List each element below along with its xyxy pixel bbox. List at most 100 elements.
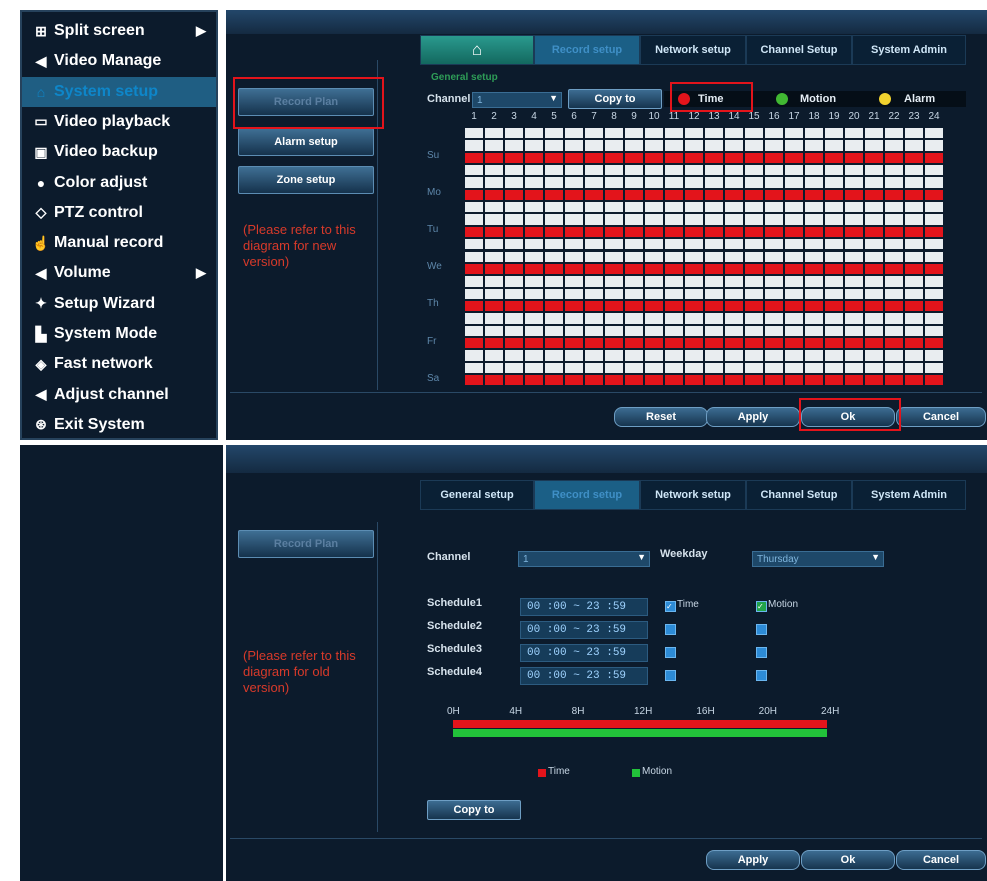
schedule-cell[interactable] [725,165,743,176]
schedule-cell[interactable] [825,350,843,361]
schedule-cell[interactable] [565,313,583,324]
menu-item-split-screen[interactable]: ⊞ Split screen ▶ [22,16,216,46]
schedule-cell[interactable] [565,263,583,275]
schedule-cell[interactable] [685,288,703,299]
schedule-time-field[interactable]: 00 :00 ~ 23 :59 [520,667,648,685]
schedule-cell[interactable] [625,288,643,299]
schedule-cell[interactable] [745,300,763,312]
schedule-cell[interactable] [765,165,783,176]
schedule-cell[interactable] [845,288,863,299]
schedule-cell[interactable] [925,350,943,361]
schedule-time-field[interactable]: 00 :00 ~ 23 :59 [520,598,648,616]
schedule-time-field[interactable]: 00 :00 ~ 23 :59 [520,644,648,662]
schedule-cell[interactable] [825,189,843,201]
menu-item-volume[interactable]: ◀ Volume ▶ [22,258,216,288]
schedule-cell[interactable] [665,177,683,188]
schedule-cell[interactable] [525,152,543,164]
schedule-cell[interactable] [825,362,843,373]
schedule-cell[interactable] [685,375,703,386]
schedule-grid[interactable] [464,127,944,387]
schedule-cell[interactable] [565,202,583,213]
schedule-cell[interactable] [725,128,743,139]
schedule-cell[interactable] [585,165,603,176]
schedule-cell[interactable] [465,350,483,361]
schedule-cell[interactable] [745,202,763,213]
schedule-cell[interactable] [885,202,903,213]
schedule-cell[interactable] [505,140,523,151]
schedule-cell[interactable] [645,263,663,275]
motion-checkbox[interactable] [756,624,767,635]
tab-general-setup[interactable]: General setup [420,480,534,510]
schedule-cell[interactable] [525,288,543,299]
schedule-cell[interactable] [465,325,483,336]
schedule-cell[interactable] [485,337,503,349]
schedule-cell[interactable] [485,140,503,151]
schedule-cell[interactable] [565,226,583,238]
schedule-cell[interactable] [465,276,483,287]
schedule-cell[interactable] [565,177,583,188]
schedule-cell[interactable] [565,325,583,336]
schedule-cell[interactable] [665,325,683,336]
schedule-cell[interactable] [645,337,663,349]
schedule-cell[interactable] [565,189,583,201]
schedule-cell[interactable] [865,375,883,386]
schedule-cell[interactable] [705,313,723,324]
schedule-cell[interactable] [585,202,603,213]
apply-button[interactable]: Apply [706,407,800,427]
schedule-cell[interactable] [905,140,923,151]
schedule-cell[interactable] [865,202,883,213]
schedule-cell[interactable] [525,140,543,151]
schedule-cell[interactable] [545,128,563,139]
alarm-setup-button[interactable]: Alarm setup [238,128,374,156]
schedule-cell[interactable] [605,288,623,299]
schedule-cell[interactable] [885,300,903,312]
schedule-cell[interactable] [545,362,563,373]
cancel-button[interactable]: Cancel [896,407,986,427]
schedule-cell[interactable] [605,300,623,312]
schedule-cell[interactable] [925,276,943,287]
schedule-cell[interactable] [685,140,703,151]
schedule-cell[interactable] [605,214,623,225]
channel-select-old[interactable]: 1 ▼ [518,551,650,567]
schedule-cell[interactable] [685,202,703,213]
schedule-cell[interactable] [465,375,483,386]
schedule-cell[interactable] [705,276,723,287]
schedule-cell[interactable] [565,239,583,250]
schedule-cell[interactable] [505,226,523,238]
schedule-cell[interactable] [785,202,803,213]
schedule-cell[interactable] [505,128,523,139]
schedule-cell[interactable] [705,263,723,275]
copy-to-button-old[interactable]: Copy to [427,800,521,820]
schedule-cell[interactable] [745,375,763,386]
schedule-cell[interactable] [505,214,523,225]
schedule-cell[interactable] [725,337,743,349]
schedule-cell[interactable] [785,251,803,262]
schedule-cell[interactable] [705,177,723,188]
schedule-cell[interactable] [765,214,783,225]
schedule-cell[interactable] [865,276,883,287]
schedule-cell[interactable] [685,313,703,324]
schedule-cell[interactable] [785,288,803,299]
schedule-cell[interactable] [545,214,563,225]
time-checkbox-checked[interactable]: ✓ [665,601,676,612]
schedule-cell[interactable] [865,140,883,151]
schedule-cell[interactable] [925,251,943,262]
schedule-cell[interactable] [785,140,803,151]
schedule-cell[interactable] [585,177,603,188]
schedule-cell[interactable] [485,362,503,373]
schedule-cell[interactable] [485,251,503,262]
schedule-cell[interactable] [465,128,483,139]
schedule-cell[interactable] [505,362,523,373]
time-checkbox[interactable] [665,670,676,681]
schedule-cell[interactable] [505,251,523,262]
schedule-cell[interactable] [745,350,763,361]
schedule-cell[interactable] [765,337,783,349]
schedule-cell[interactable] [645,325,663,336]
schedule-cell[interactable] [585,239,603,250]
schedule-cell[interactable] [605,128,623,139]
schedule-cell[interactable] [665,350,683,361]
schedule-cell[interactable] [485,375,503,386]
schedule-cell[interactable] [825,375,843,386]
schedule-cell[interactable] [805,288,823,299]
schedule-cell[interactable] [905,350,923,361]
